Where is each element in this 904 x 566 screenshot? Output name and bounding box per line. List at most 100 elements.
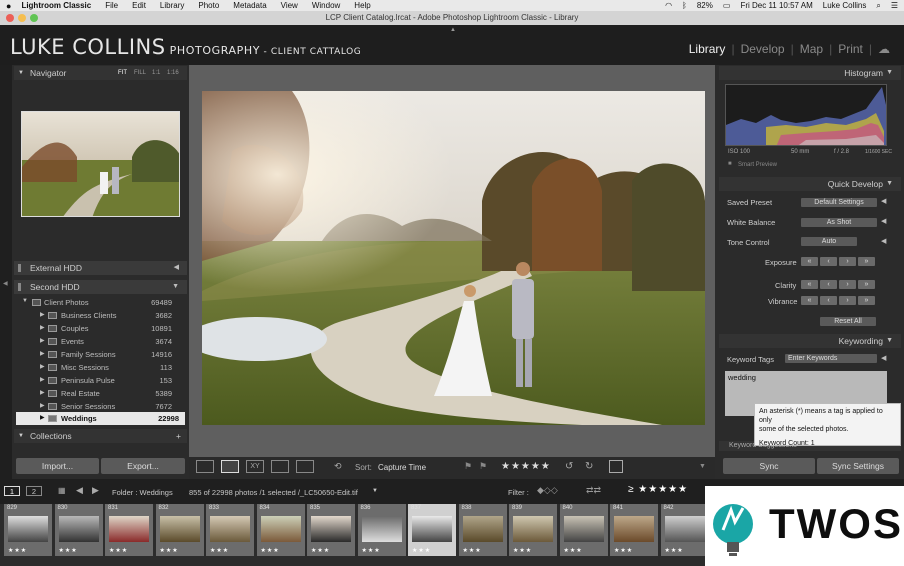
- zoom-1-1[interactable]: 1:1: [152, 66, 160, 80]
- grid-view-icon[interactable]: [196, 460, 214, 473]
- zoom-fill[interactable]: FILL: [134, 66, 146, 80]
- wifi-icon[interactable]: ◠: [665, 1, 672, 10]
- module-develop[interactable]: Develop: [741, 42, 785, 56]
- vibrance-big-up[interactable]: »: [858, 296, 875, 305]
- module-print[interactable]: Print: [838, 42, 863, 56]
- menu-file[interactable]: File: [105, 1, 118, 10]
- flag-icon[interactable]: ⚑: [464, 461, 472, 472]
- filmstrip-thumb[interactable]: 832 ★★★: [155, 504, 204, 556]
- menu-metadata[interactable]: Metadata: [233, 1, 266, 10]
- clock[interactable]: Fri Dec 11 10:57 AM: [740, 1, 812, 10]
- minimize-button[interactable]: [18, 14, 26, 22]
- compare-view-icon[interactable]: XY: [246, 460, 264, 473]
- main-photo[interactable]: [187, 91, 705, 425]
- menu-window[interactable]: Window: [312, 1, 340, 10]
- rotate-right-icon[interactable]: ↻: [585, 461, 593, 472]
- left-panel-edge[interactable]: ◀: [0, 65, 12, 479]
- zoom-1-16[interactable]: 1:16: [167, 66, 179, 80]
- filmstrip-thumb[interactable]: 831 ★★★: [105, 504, 153, 556]
- keywording-header[interactable]: Keywording ▼: [719, 334, 901, 348]
- filmstrip-thumb[interactable]: 838 ★★★: [458, 504, 507, 556]
- import-button[interactable]: Import...: [16, 458, 99, 474]
- folder-misc-sessions[interactable]: ▶ Misc Sessions 113: [4, 361, 184, 374]
- collections-header[interactable]: ▼ Collections +: [14, 429, 187, 443]
- rotate-left-icon[interactable]: ↺: [565, 461, 573, 472]
- people-view-icon[interactable]: [296, 460, 314, 473]
- painter-icon[interactable]: ⟲: [334, 461, 342, 472]
- vibrance-up[interactable]: ›: [839, 296, 856, 305]
- battery-icon[interactable]: ▭: [723, 1, 731, 10]
- loupe-view-icon[interactable]: [221, 460, 239, 473]
- sync-button[interactable]: Sync: [723, 458, 815, 474]
- survey-view-icon[interactable]: [271, 460, 289, 473]
- filmstrip-folder[interactable]: Folder : Weddings: [112, 488, 173, 497]
- secondary-window-2[interactable]: 2: [26, 486, 42, 496]
- folder-events[interactable]: ▶ Events 3674: [4, 335, 184, 348]
- navigator-header[interactable]: ▼ Navigator FIT FILL 1:1 1:16: [14, 66, 187, 80]
- filmstrip-thumb[interactable]: 834 ★★★: [256, 504, 305, 556]
- folder-client-photos[interactable]: ▼ Client Photos 69489: [4, 296, 184, 309]
- menu-edit[interactable]: Edit: [132, 1, 146, 10]
- grid-icon[interactable]: ▦: [58, 486, 66, 495]
- exposure-big-down[interactable]: «: [801, 257, 818, 266]
- menu-app[interactable]: Lightroom Classic: [21, 1, 91, 10]
- folder-real-estate[interactable]: ▶ Real Estate 5389: [4, 387, 184, 400]
- folder-couples[interactable]: ▶ Couples 10891: [4, 322, 184, 335]
- filmstrip-thumb[interactable]: 839 ★★★: [509, 504, 557, 556]
- navigator-preview[interactable]: [21, 111, 180, 217]
- filmstrip-thumb[interactable]: 836 ★★★: [357, 504, 406, 556]
- close-button[interactable]: [6, 14, 14, 22]
- expand-triangle-icon[interactable]: ◀: [881, 197, 886, 205]
- reject-flag-icon[interactable]: ⚑: [479, 461, 487, 472]
- zoom-fit[interactable]: FIT: [118, 66, 127, 80]
- module-map[interactable]: Map: [800, 42, 823, 56]
- folder-peninsula-pulse[interactable]: ▶ Peninsula Pulse 153: [4, 374, 184, 387]
- dropdown-arrow-icon[interactable]: ▼: [372, 488, 378, 494]
- crop-icon[interactable]: [609, 460, 623, 473]
- filmstrip-thumb[interactable]: 829 ★★★: [4, 504, 52, 556]
- flag-filter-icon[interactable]: ◆◇◇: [537, 485, 558, 496]
- folder-business-clients[interactable]: ▶ Business Clients 3682: [4, 309, 184, 322]
- cloud-icon[interactable]: ☁: [878, 42, 890, 56]
- menu-list-icon[interactable]: ☰: [891, 1, 898, 10]
- module-library[interactable]: Library: [689, 42, 726, 56]
- folder-weddings[interactable]: ▶ Weddings 22998: [16, 412, 185, 425]
- folder-family-sessions[interactable]: ▶ Family Sessions 14916: [4, 348, 184, 361]
- filmstrip-thumb[interactable]: 841 ★★★: [610, 504, 658, 556]
- exposure-down[interactable]: ‹: [820, 257, 837, 266]
- edit-filter-icon[interactable]: ⇄⇄: [586, 485, 601, 496]
- clarity-big-up[interactable]: »: [858, 280, 875, 289]
- filmstrip-thumb[interactable]: 833 ★★★: [206, 504, 254, 556]
- filmstrip-thumb[interactable]: 830 ★★★: [54, 504, 103, 556]
- toolbar-menu-icon[interactable]: ▼: [699, 463, 706, 470]
- back-arrow-icon[interactable]: ◀: [76, 485, 83, 496]
- smart-preview-label[interactable]: Smart Preview: [738, 162, 777, 168]
- zoom-button[interactable]: [30, 14, 38, 22]
- filmstrip-thumb[interactable]: 837 ★★★: [408, 504, 456, 556]
- bluetooth-icon[interactable]: ᛒ: [682, 1, 687, 10]
- add-collection-button[interactable]: +: [176, 429, 181, 443]
- apple-icon[interactable]: ●: [6, 1, 11, 11]
- exposure-up[interactable]: ›: [839, 257, 856, 266]
- rating-filter[interactable]: ≥ ★★★★★: [628, 484, 688, 495]
- auto-tone-button[interactable]: Auto: [801, 237, 857, 246]
- collapse-triangle-icon[interactable]: ◀: [881, 237, 886, 245]
- search-icon[interactable]: ⌕: [876, 1, 880, 11]
- sync-settings-button[interactable]: Sync Settings: [817, 458, 899, 474]
- vibrance-big-down[interactable]: «: [801, 296, 818, 305]
- histogram-graph[interactable]: [725, 84, 887, 146]
- export-button[interactable]: Export...: [101, 458, 185, 474]
- vibrance-down[interactable]: ‹: [820, 296, 837, 305]
- rating-stars[interactable]: ★★★★★: [501, 461, 551, 472]
- keyword-tags-select[interactable]: Enter Keywords: [785, 354, 877, 363]
- filmstrip-thumb[interactable]: 842 ★★★: [660, 504, 709, 556]
- saved-preset-select[interactable]: Default Settings: [801, 198, 877, 207]
- menu-help[interactable]: Help: [354, 1, 370, 10]
- clarity-big-down[interactable]: «: [801, 280, 818, 289]
- expand-triangle-icon[interactable]: ◀: [881, 354, 886, 362]
- histogram-header[interactable]: Histogram ▼: [719, 66, 901, 80]
- top-panel-toggle-icon[interactable]: ▲: [450, 27, 456, 33]
- volume-second-hdd[interactable]: Second HDD ▼: [14, 280, 187, 294]
- user-name[interactable]: Luke Collins: [823, 1, 867, 10]
- menu-library[interactable]: Library: [160, 1, 184, 10]
